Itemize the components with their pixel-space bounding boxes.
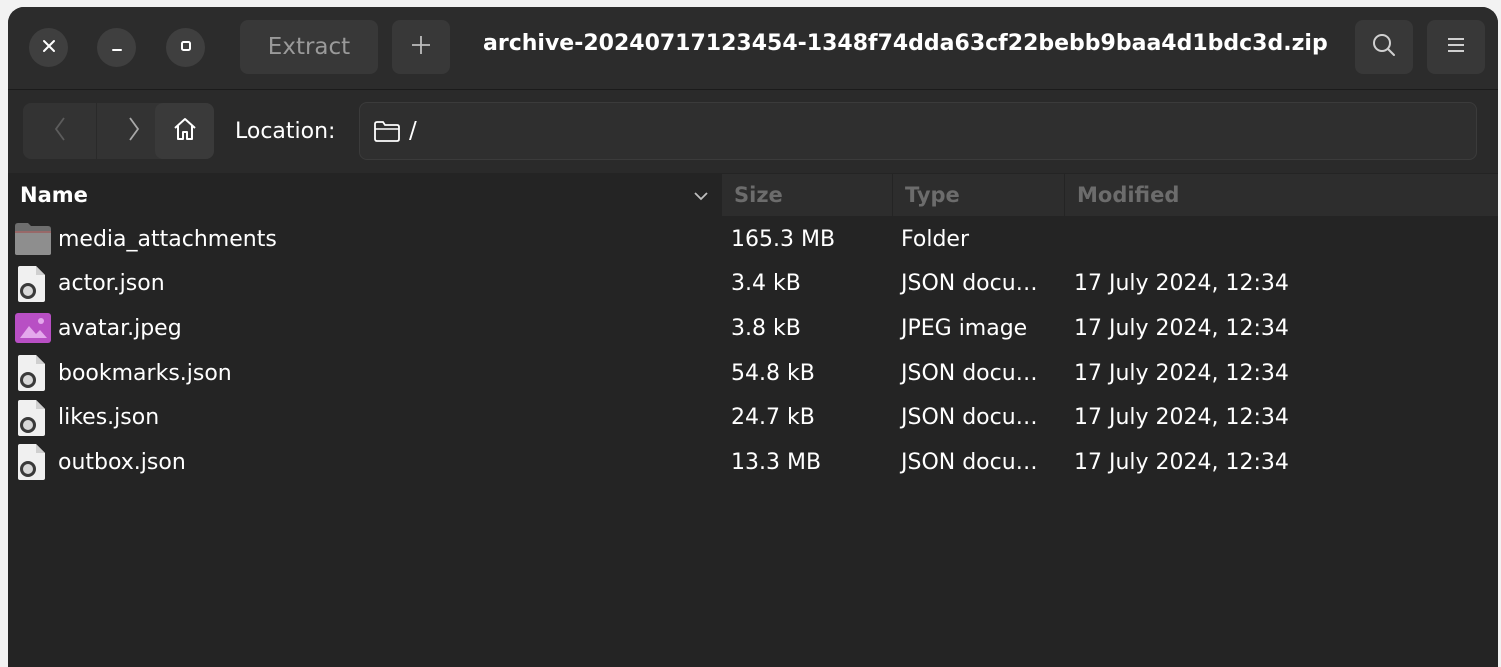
file-size: 13.3 MB — [731, 449, 822, 475]
maximize-button[interactable] — [166, 28, 205, 67]
file-name: actor.json — [58, 271, 165, 297]
chevron-right-icon — [127, 116, 141, 146]
navigation-buttons — [23, 103, 170, 159]
file-modified: 17 July 2024, 12:34 — [1074, 271, 1289, 297]
search-icon — [1371, 32, 1397, 62]
file-row[interactable]: actor.json 3.4 kB JSON docu… 17 July 202… — [8, 262, 1498, 307]
file-name: likes.json — [58, 405, 160, 431]
add-files-button[interactable] — [392, 20, 450, 74]
file-row[interactable]: likes.json 24.7 kB JSON docu… 17 July 20… — [8, 395, 1498, 440]
file-size: 54.8 kB — [731, 360, 815, 386]
window-title: archive-20240717123454-1348f74dda63cf22b… — [483, 31, 1328, 56]
file-modified: 17 July 2024, 12:34 — [1074, 405, 1289, 431]
location-field[interactable]: / — [359, 102, 1477, 160]
file-size: 165.3 MB — [731, 226, 836, 252]
json-file-icon — [14, 395, 54, 440]
file-modified: 17 July 2024, 12:34 — [1074, 449, 1289, 475]
close-icon — [42, 38, 56, 57]
location-label: Location: — [235, 119, 336, 144]
column-headers: Name Size Type Modified — [8, 174, 1498, 216]
minimize-icon — [110, 38, 124, 57]
file-type: Folder — [901, 226, 969, 252]
extract-button[interactable]: Extract — [240, 20, 378, 74]
chevron-down-icon — [692, 186, 710, 210]
file-size: 24.7 kB — [731, 405, 815, 431]
back-button[interactable] — [23, 103, 96, 159]
minimize-button[interactable] — [97, 28, 136, 67]
json-file-icon — [14, 351, 54, 396]
file-row[interactable]: outbox.json 13.3 MB JSON docu… 17 July 2… — [8, 440, 1498, 485]
file-type: JSON docu… — [901, 405, 1038, 431]
file-roller-window: Extract archive-20240717123454-1348f74dd… — [8, 7, 1498, 667]
column-header-modified[interactable]: Modified — [1065, 174, 1498, 216]
image-file-icon — [14, 306, 54, 351]
file-type: JSON docu… — [901, 360, 1038, 386]
folder-outline-icon — [373, 119, 401, 143]
column-header-type[interactable]: Type — [893, 174, 1064, 216]
file-name: avatar.jpeg — [58, 315, 182, 341]
column-header-size[interactable]: Size — [722, 174, 892, 216]
location-toolbar: Location: / — [8, 90, 1498, 173]
file-name: media_attachments — [58, 226, 277, 252]
file-type: JSON docu… — [901, 449, 1038, 475]
column-header-name[interactable]: Name — [8, 174, 722, 216]
file-modified: 17 July 2024, 12:34 — [1074, 315, 1289, 341]
file-type: JSON docu… — [901, 271, 1038, 297]
file-modified: 17 July 2024, 12:34 — [1074, 360, 1289, 386]
file-row[interactable]: avatar.jpeg 3.8 kB JPEG image 17 July 20… — [8, 306, 1498, 351]
home-button[interactable] — [155, 103, 214, 159]
location-path: / — [409, 118, 417, 144]
main-menu-button[interactable] — [1427, 20, 1485, 74]
file-row[interactable]: bookmarks.json 54.8 kB JSON docu… 17 Jul… — [8, 351, 1498, 396]
plus-icon — [410, 34, 432, 60]
file-size: 3.8 kB — [731, 315, 801, 341]
close-button[interactable] — [29, 28, 68, 67]
file-size: 3.4 kB — [731, 271, 801, 297]
search-button[interactable] — [1355, 20, 1413, 74]
maximize-icon — [179, 38, 193, 57]
chevron-left-icon — [53, 116, 67, 146]
home-icon — [172, 116, 198, 146]
folder-icon — [14, 217, 54, 262]
file-list: media_attachments 165.3 MB Folder actor.… — [8, 217, 1498, 485]
column-header-name-label: Name — [20, 183, 88, 207]
file-type: JPEG image — [901, 315, 1028, 341]
file-row[interactable]: media_attachments 165.3 MB Folder — [8, 217, 1498, 262]
file-name: outbox.json — [58, 449, 186, 475]
header-bar: Extract archive-20240717123454-1348f74dd… — [8, 7, 1498, 90]
json-file-icon — [14, 440, 54, 485]
hamburger-menu-icon — [1446, 36, 1466, 58]
json-file-icon — [14, 262, 54, 307]
file-name: bookmarks.json — [58, 360, 232, 386]
